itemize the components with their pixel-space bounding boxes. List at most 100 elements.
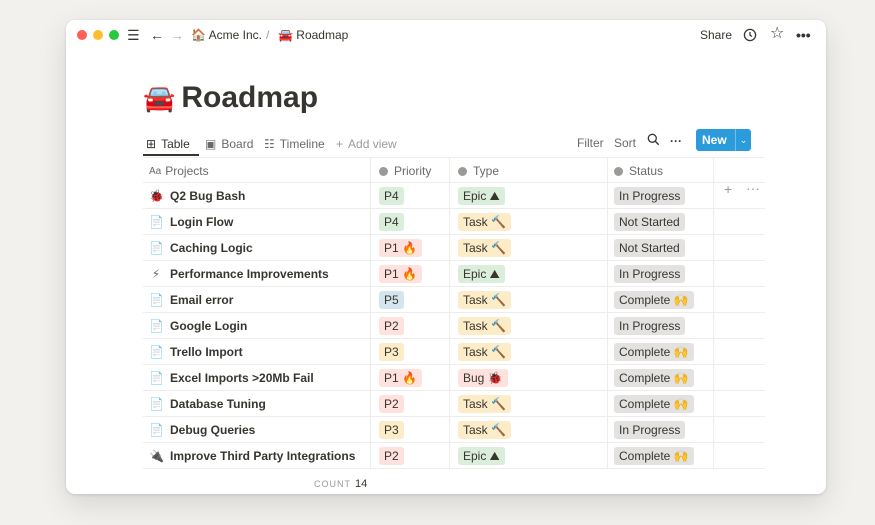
add-property-icon[interactable]: + [724, 181, 732, 197]
cell-status[interactable]: Complete 🙌 [607, 391, 713, 417]
forward-arrow-icon[interactable]: → [170, 26, 184, 44]
cell-priority[interactable]: P1 🔥 [370, 235, 449, 261]
sidebar-toggle-icon[interactable]: ☰ [127, 26, 140, 44]
cell-type[interactable]: Task 🔨 [449, 417, 607, 443]
cell-project[interactable]: 🔌 Improve Third Party Integrations [143, 443, 370, 469]
cell-status[interactable]: In Progress [607, 183, 713, 209]
share-button[interactable]: Share [700, 27, 732, 43]
view-more-button[interactable]: ··· [670, 133, 682, 151]
page-emoji-small: 🚘 [278, 28, 293, 42]
status-tag: Complete 🙌 [614, 395, 694, 413]
column-more-icon[interactable]: ··· [746, 180, 760, 196]
status-tag: In Progress [614, 317, 686, 335]
plus-icon: + [336, 137, 344, 151]
close-window-button[interactable] [77, 30, 87, 40]
table-row[interactable]: ⚡ Performance Improvements P1 🔥 Epic ⛰ In Pr… [143, 261, 765, 287]
status-tag: Complete 🙌 [614, 291, 694, 309]
row-page-icon: 📄 [149, 215, 164, 229]
table-row[interactable]: 📄 Trello Import P3 Task 🔨 Complete 🙌 [143, 339, 765, 365]
type-tag: Bug 🐞 [458, 369, 508, 387]
add-view-button[interactable]: + Add view [336, 132, 397, 156]
cell-priority[interactable]: P1 🔥 [370, 365, 449, 391]
tab-label-table: Table [161, 137, 190, 151]
cell-status[interactable]: In Progress [607, 417, 713, 443]
clock-icon[interactable] [743, 26, 757, 46]
cell-project[interactable]: 📄 Excel Imports >20Mb Fail [143, 365, 370, 391]
priority-tag: P4 [379, 187, 404, 205]
cell-type[interactable]: Task 🔨 [449, 209, 607, 235]
cell-type[interactable]: Task 🔨 [449, 339, 607, 365]
cell-project[interactable]: 🐞 Q2 Bug Bash [143, 183, 370, 209]
cell-priority[interactable]: P4 [370, 183, 449, 209]
cell-type[interactable]: Epic ⛰ [449, 443, 607, 469]
cell-project[interactable]: 📄 Google Login [143, 313, 370, 339]
project-name: Email error [170, 293, 234, 307]
cell-type[interactable]: Epic ⛰ [449, 183, 607, 209]
cell-status[interactable]: In Progress [607, 313, 713, 339]
status-tag: In Progress [614, 187, 686, 205]
column-header-type[interactable]: Type [449, 158, 607, 184]
cell-status[interactable]: Complete 🙌 [607, 443, 713, 469]
tab-table[interactable]: ⊞ Table [146, 132, 190, 156]
cell-project[interactable]: 📄 Caching Logic [143, 235, 370, 261]
table-row[interactable]: 🔌 Improve Third Party Integrations P2 Epic … [143, 443, 765, 469]
table-row[interactable]: 🐞 Q2 Bug Bash P4 Epic ⛰ In Progress [143, 183, 765, 209]
chevron-down-icon[interactable]: ⌄ [735, 129, 751, 151]
cell-project[interactable]: 📄 Database Tuning [143, 391, 370, 417]
cell-type[interactable]: Task 🔨 [449, 287, 607, 313]
cell-project[interactable]: 📄 Debug Queries [143, 417, 370, 443]
more-icon[interactable]: ••• [796, 26, 811, 44]
cell-priority[interactable]: P2 [370, 313, 449, 339]
tab-board[interactable]: ▣ Board [205, 132, 253, 156]
cell-priority[interactable]: P2 [370, 391, 449, 417]
cell-project[interactable]: 📄 Trello Import [143, 339, 370, 365]
minimize-window-button[interactable] [93, 30, 103, 40]
cell-status[interactable]: In Progress [607, 261, 713, 287]
table-row[interactable]: 📄 Database Tuning P2 Task 🔨 Complete 🙌 [143, 391, 765, 417]
cell-project[interactable]: ⚡ Performance Improvements [143, 261, 370, 287]
row-page-icon: 📄 [149, 319, 164, 333]
filter-button[interactable]: Filter [577, 135, 604, 153]
tab-timeline[interactable]: ☷ Timeline [264, 132, 325, 156]
cell-project[interactable]: 📄 Email error [143, 287, 370, 313]
back-arrow-icon[interactable]: ← [150, 26, 164, 44]
cell-priority[interactable]: P1 🔥 [370, 261, 449, 287]
cell-type[interactable]: Epic ⛰ [449, 261, 607, 287]
column-header-priority[interactable]: Priority [370, 158, 449, 184]
cell-status[interactable]: Not Started [607, 235, 713, 261]
table-row[interactable]: 📄 Email error P5 Task 🔨 Complete 🙌 [143, 287, 765, 313]
cell-extra [713, 235, 765, 261]
breadcrumb-workspace[interactable]: 🏠 Acme Inc. [191, 27, 262, 43]
column-header-status[interactable]: Status [607, 158, 713, 184]
cell-type[interactable]: Task 🔨 [449, 235, 607, 261]
cell-type[interactable]: Task 🔨 [449, 313, 607, 339]
maximize-window-button[interactable] [109, 30, 119, 40]
type-tag: Epic ⛰ [458, 187, 505, 205]
type-tag: Epic ⛰ [458, 265, 505, 283]
cell-type[interactable]: Bug 🐞 [449, 365, 607, 391]
new-button[interactable]: New ⌄ [696, 129, 751, 151]
column-header-projects[interactable]: Aa Projects [143, 158, 370, 184]
cell-status[interactable]: Complete 🙌 [607, 287, 713, 313]
cell-type[interactable]: Task 🔨 [449, 391, 607, 417]
table-row[interactable]: 📄 Caching Logic P1 🔥 Task 🔨 Not Started [143, 235, 765, 261]
table-row[interactable]: 📄 Google Login P2 Task 🔨 In Progress [143, 313, 765, 339]
cell-priority[interactable]: P3 [370, 417, 449, 443]
breadcrumb-page[interactable]: 🚘 Roadmap [278, 27, 348, 43]
cell-status[interactable]: Not Started [607, 209, 713, 235]
cell-status[interactable]: Complete 🙌 [607, 365, 713, 391]
cell-status[interactable]: Complete 🙌 [607, 339, 713, 365]
cell-priority[interactable]: P4 [370, 209, 449, 235]
sort-button[interactable]: Sort [614, 135, 636, 153]
table-row[interactable]: 📄 Debug Queries P3 Task 🔨 In Progress [143, 417, 765, 443]
table-row[interactable]: 📄 Login Flow P4 Task 🔨 Not Started [143, 209, 765, 235]
type-tag: Task 🔨 [458, 239, 511, 257]
cell-priority[interactable]: P2 [370, 443, 449, 469]
cell-project[interactable]: 📄 Login Flow [143, 209, 370, 235]
cell-priority[interactable]: P5 [370, 287, 449, 313]
table-row[interactable]: 📄 Excel Imports >20Mb Fail P1 🔥 Bug 🐞 Comple… [143, 365, 765, 391]
search-icon[interactable] [647, 133, 660, 151]
cell-priority[interactable]: P3 [370, 339, 449, 365]
type-tag: Epic ⛰ [458, 447, 505, 465]
star-icon[interactable]: ☆ [770, 25, 784, 43]
